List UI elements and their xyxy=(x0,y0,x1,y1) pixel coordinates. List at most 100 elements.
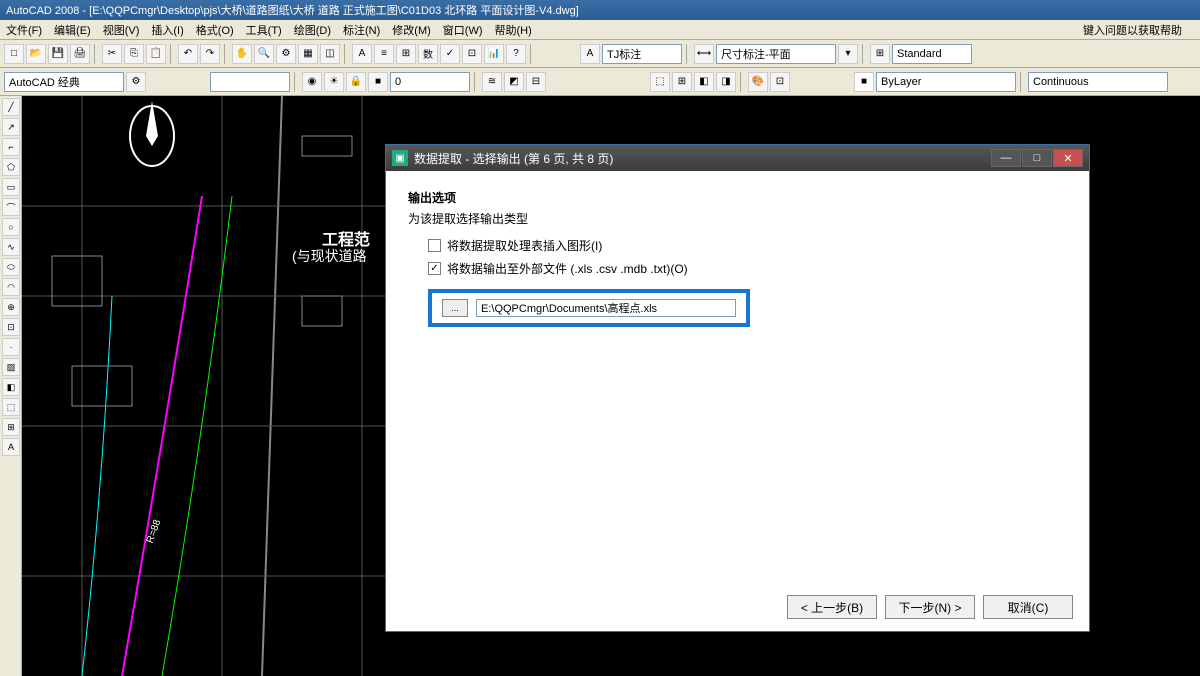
toolbar-row-2: ⚙ ◉ ☀ 🔒 ■ ≋ ◩ ⊟ ⬚ ⊞ ◧ ◨ 🎨 ⊡ ■ xyxy=(0,68,1200,96)
new-icon[interactable]: □ xyxy=(4,44,24,64)
workspace-gear-icon[interactable]: ⚙ xyxy=(126,72,146,92)
tool-icon[interactable]: ◫ xyxy=(320,44,340,64)
menu-format[interactable]: 格式(O) xyxy=(196,22,234,38)
checkbox-icon[interactable] xyxy=(428,239,441,252)
ray-icon[interactable]: ↗ xyxy=(2,118,20,136)
spline-icon[interactable]: ∿ xyxy=(2,238,20,256)
ellipse-icon[interactable]: ⬭ xyxy=(2,258,20,276)
dim-tool-icon[interactable]: ▾ xyxy=(838,44,858,64)
data-extraction-dialog: ▣ 数据提取 - 选择输出 (第 6 页, 共 8 页) — □ ✕ 输出选项 … xyxy=(385,144,1090,632)
region-icon[interactable]: ⬚ xyxy=(2,398,20,416)
undo-icon[interactable]: ↶ xyxy=(178,44,198,64)
menu-file[interactable]: 文件(F) xyxy=(6,22,42,38)
tool-icon[interactable]: 数 xyxy=(418,44,438,64)
table-style-input[interactable] xyxy=(892,44,972,64)
layer-icon[interactable]: ☀ xyxy=(324,72,344,92)
dialog-titlebar[interactable]: ▣ 数据提取 - 选择输出 (第 6 页, 共 8 页) — □ ✕ xyxy=(386,145,1089,171)
menu-insert[interactable]: 插入(I) xyxy=(151,22,183,38)
maximize-button[interactable]: □ xyxy=(1022,149,1052,167)
text-style-icon[interactable]: A xyxy=(580,44,600,64)
text-style-input[interactable] xyxy=(602,44,682,64)
tool-icon[interactable]: ▦ xyxy=(298,44,318,64)
back-button[interactable]: < 上一步(B) xyxy=(787,595,877,619)
block-make-icon[interactable]: ⊡ xyxy=(2,318,20,336)
menu-modify[interactable]: 修改(M) xyxy=(392,22,431,38)
close-button[interactable]: ✕ xyxy=(1053,149,1083,167)
menu-bar: 文件(F) 编辑(E) 视图(V) 插入(I) 格式(O) 工具(T) 绘图(D… xyxy=(0,20,1200,40)
tool-icon[interactable]: ⚙ xyxy=(276,44,296,64)
copy-icon[interactable]: ⎘ xyxy=(124,44,144,64)
cancel-button[interactable]: 取消(C) xyxy=(983,595,1073,619)
open-icon[interactable]: 📂 xyxy=(26,44,46,64)
tool-icon[interactable]: ✓ xyxy=(440,44,460,64)
file-path-highlight: ... xyxy=(428,289,750,327)
draw-toolbar: ╱ ↗ ⌐ ⬠ ▭ ⌒ ○ ∿ ⬭ ◠ ⊕ ⊡ · ▨ ◧ ⬚ ⊞ A xyxy=(0,96,22,676)
redo-icon[interactable]: ↷ xyxy=(200,44,220,64)
point-icon[interactable]: · xyxy=(2,338,20,356)
block-icon[interactable]: ⬚ xyxy=(650,72,670,92)
table-style-icon[interactable]: ⊞ xyxy=(870,44,890,64)
layer-tool-icon[interactable]: ⊟ xyxy=(526,72,546,92)
layer-icon[interactable]: ◉ xyxy=(302,72,322,92)
polygon-icon[interactable]: ⬠ xyxy=(2,158,20,176)
option-insert-drawing[interactable]: 将数据提取处理表插入图形(I) xyxy=(428,237,1067,254)
save-icon[interactable]: 💾 xyxy=(48,44,68,64)
next-button[interactable]: 下一步(N) > xyxy=(885,595,975,619)
menu-tools[interactable]: 工具(T) xyxy=(246,22,282,38)
layer-tool-icon[interactable]: ◩ xyxy=(504,72,524,92)
tool-icon[interactable]: ⊡ xyxy=(462,44,482,64)
paste-icon[interactable]: 📋 xyxy=(146,44,166,64)
line-icon[interactable]: ╱ xyxy=(2,98,20,116)
pan-icon[interactable]: ✋ xyxy=(232,44,252,64)
hatch-icon[interactable]: ▨ xyxy=(2,358,20,376)
menu-help[interactable]: 帮助(H) xyxy=(495,22,532,38)
color-swatch[interactable]: ■ xyxy=(854,72,874,92)
menu-draw[interactable]: 绘图(D) xyxy=(294,22,331,38)
rect-icon[interactable]: ▭ xyxy=(2,178,20,196)
prop-icon[interactable]: ⊡ xyxy=(770,72,790,92)
dialog-body: 输出选项 为该提取选择输出类型 将数据提取处理表插入图形(I) ✓ 将数据输出至… xyxy=(386,171,1089,345)
menu-dim[interactable]: 标注(N) xyxy=(343,22,380,38)
layer-name[interactable] xyxy=(390,72,470,92)
dialog-app-icon: ▣ xyxy=(392,150,408,166)
tool-icon[interactable]: A xyxy=(352,44,372,64)
color-icon[interactable]: 🎨 xyxy=(748,72,768,92)
dim-icon[interactable]: ⟷ xyxy=(694,44,714,64)
app-title: AutoCAD 2008 - [E:\QQPCmgr\Desktop\pjs\大… xyxy=(6,2,579,18)
insert-icon[interactable]: ⊕ xyxy=(2,298,20,316)
arc-icon[interactable]: ⌒ xyxy=(2,198,20,216)
menu-edit[interactable]: 编辑(E) xyxy=(54,22,91,38)
option-export-file[interactable]: ✓ 将数据输出至外部文件 (.xls .csv .mdb .txt)(O) xyxy=(428,260,1067,277)
menu-view[interactable]: 视图(V) xyxy=(103,22,140,38)
block-icon[interactable]: ⊞ xyxy=(672,72,692,92)
gradient-icon[interactable]: ◧ xyxy=(2,378,20,396)
checkbox-icon[interactable]: ✓ xyxy=(428,262,441,275)
workspace-select[interactable] xyxy=(4,72,124,92)
block-icon[interactable]: ◨ xyxy=(716,72,736,92)
output-path-input[interactable] xyxy=(476,299,736,317)
layer-icon[interactable]: 🔒 xyxy=(346,72,366,92)
text-icon[interactable]: A xyxy=(2,438,20,456)
pline-icon[interactable]: ⌐ xyxy=(2,138,20,156)
zoom-icon[interactable]: 🔍 xyxy=(254,44,274,64)
dialog-footer: < 上一步(B) 下一步(N) > 取消(C) xyxy=(787,595,1073,619)
help-icon[interactable]: ? xyxy=(506,44,526,64)
table-icon[interactable]: ⊞ xyxy=(2,418,20,436)
block-icon[interactable]: ◧ xyxy=(694,72,714,92)
layer-icon[interactable]: ■ xyxy=(368,72,388,92)
tool-icon[interactable]: ≡ xyxy=(374,44,394,64)
tool-icon[interactable]: 📊 xyxy=(484,44,504,64)
layer-tool-icon[interactable]: ≋ xyxy=(482,72,502,92)
ellipse-arc-icon[interactable]: ◠ xyxy=(2,278,20,296)
color-select[interactable] xyxy=(876,72,1016,92)
print-icon[interactable]: 🖨 xyxy=(70,44,90,64)
linetype-select[interactable] xyxy=(1028,72,1168,92)
layer-filter[interactable] xyxy=(210,72,290,92)
dim-style-input[interactable] xyxy=(716,44,836,64)
minimize-button[interactable]: — xyxy=(991,149,1021,167)
cut-icon[interactable]: ✂ xyxy=(102,44,122,64)
browse-button[interactable]: ... xyxy=(442,299,468,317)
circle-icon[interactable]: ○ xyxy=(2,218,20,236)
tool-icon[interactable]: ⊞ xyxy=(396,44,416,64)
menu-window[interactable]: 窗口(W) xyxy=(443,22,483,38)
